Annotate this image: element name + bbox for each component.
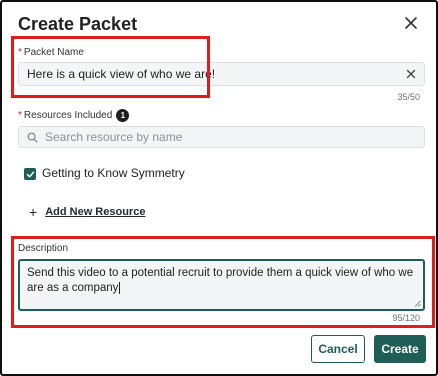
create-button[interactable]: Create	[374, 335, 426, 363]
resources-label-text: Resources Included	[23, 110, 113, 122]
add-new-resource-button[interactable]: + Add New Resource	[29, 205, 145, 219]
required-marker: *	[18, 110, 22, 122]
highlight-packet-name	[11, 36, 210, 98]
resource-search-field[interactable]	[18, 126, 425, 148]
cancel-button[interactable]: Cancel	[311, 335, 365, 363]
resources-count-badge: 1	[116, 109, 130, 122]
resource-item-label: Getting to Know Symmetry	[42, 166, 185, 180]
add-new-resource-label: Add New Resource	[45, 206, 146, 218]
close-icon[interactable]	[404, 16, 418, 30]
clear-icon[interactable]	[406, 69, 416, 79]
resources-label: * Resources Included 1	[18, 109, 130, 122]
checkmark-icon	[26, 171, 34, 177]
plus-icon: +	[29, 204, 38, 220]
highlight-description	[11, 236, 435, 328]
resource-search-input[interactable]	[45, 130, 416, 144]
resource-checkbox[interactable]	[24, 168, 36, 180]
create-packet-dialog: Create Packet *Packet Name 35/50 *Resour…	[0, 0, 438, 376]
dialog-title: Create Packet	[18, 14, 138, 34]
packet-name-char-count: 35/50	[397, 92, 420, 102]
search-icon	[27, 132, 38, 143]
